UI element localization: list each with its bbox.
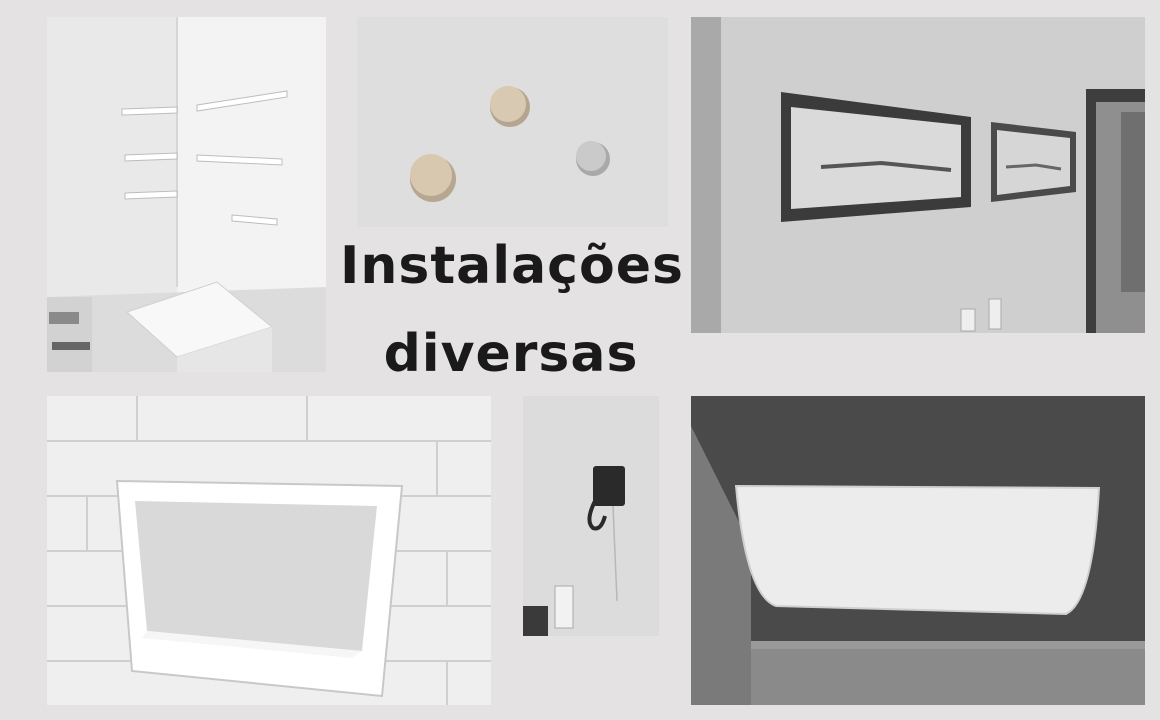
folding-table-photo bbox=[691, 396, 1145, 705]
title-line-1: Instalações bbox=[340, 236, 684, 296]
corner-shelves-photo bbox=[47, 17, 326, 372]
wall-knobs-photo bbox=[357, 17, 668, 227]
framed-pictures-photo bbox=[691, 17, 1145, 333]
title-line-2: diversas bbox=[383, 324, 639, 384]
bathroom-niche-photo bbox=[47, 396, 491, 705]
wall-hook-photo bbox=[523, 396, 659, 636]
